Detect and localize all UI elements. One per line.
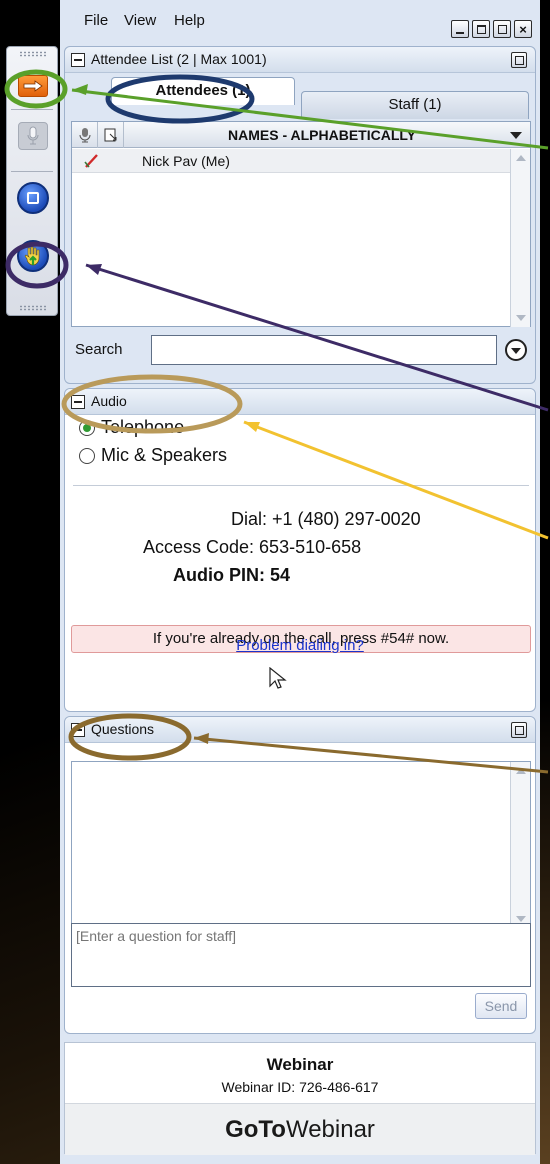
- restore-button[interactable]: [472, 20, 490, 38]
- control-panel-toolbar: [6, 46, 58, 316]
- raise-hand-button[interactable]: [15, 239, 51, 273]
- attendee-list-panel: Attendee List (2 | Max 1001) Attendees (…: [64, 46, 536, 384]
- collapse-questions-icon[interactable]: [71, 723, 85, 737]
- screen-column-icon[interactable]: [98, 122, 124, 148]
- sort-dropdown-icon[interactable]: [510, 132, 522, 139]
- telephone-label: Telephone: [101, 417, 185, 437]
- toolbar-separator: [11, 109, 53, 110]
- toolbar-separator: [11, 171, 53, 172]
- webinar-title: Webinar: [266, 1055, 334, 1074]
- scroll-up-icon[interactable]: [516, 155, 526, 161]
- screen-icon: [17, 182, 49, 214]
- scroll-down-icon[interactable]: [516, 916, 526, 922]
- mouse-cursor-icon: [269, 667, 287, 689]
- audio-panel-header: Audio: [65, 389, 535, 415]
- scroll-up-icon[interactable]: [516, 768, 526, 774]
- toolbar-grip-top[interactable]: [19, 51, 47, 57]
- webinar-id: Webinar ID: 726-486-617: [221, 1079, 379, 1095]
- popout-button[interactable]: [493, 20, 511, 38]
- audio-panel-title: Audio: [91, 393, 127, 409]
- show-hide-panel-button[interactable]: [15, 69, 51, 103]
- collapse-audio-icon[interactable]: [71, 395, 85, 409]
- menu-help[interactable]: Help: [174, 12, 205, 29]
- radio-mic-speakers[interactable]: Mic & Speakers: [79, 445, 227, 466]
- scroll-down-icon[interactable]: [516, 315, 526, 321]
- problem-dialing-link[interactable]: Problem dialing in?: [65, 637, 535, 654]
- radio-unselected-icon: [79, 447, 95, 464]
- gotowebinar-logo: GoToWebinar: [65, 1116, 535, 1144]
- restore-icon: [476, 24, 486, 34]
- mic-speakers-label: Mic & Speakers: [101, 445, 228, 465]
- webinar-footer: Webinar Webinar ID: 726-486-617 GoToWebi…: [64, 1042, 536, 1155]
- popout-attendees-icon[interactable]: [511, 52, 527, 68]
- questions-panel-header: Questions: [65, 717, 535, 743]
- mic-button[interactable]: [15, 119, 51, 153]
- tab-attendees[interactable]: Attendees (1): [111, 77, 295, 105]
- menu-view[interactable]: View: [124, 12, 156, 29]
- muted-mic-icon: [84, 154, 98, 168]
- screen-button[interactable]: [15, 181, 51, 215]
- raise-hand-icon: [17, 240, 49, 272]
- close-button[interactable]: ×: [514, 20, 532, 38]
- close-icon: ×: [519, 21, 527, 37]
- send-button[interactable]: Send: [475, 993, 527, 1019]
- minimize-icon: [456, 32, 464, 34]
- audio-pin: Audio PIN: 54: [173, 565, 291, 585]
- logo-bold: GoTo: [225, 1116, 286, 1143]
- list-item[interactable]: Nick Pav (Me): [72, 149, 510, 173]
- mic-column-icon[interactable]: [72, 122, 98, 148]
- names-sort-header[interactable]: NAMES - ALPHABETICALLY: [142, 127, 502, 143]
- radio-selected-icon: [79, 419, 95, 436]
- questions-log: [71, 761, 531, 929]
- collapse-attendees-icon[interactable]: [71, 53, 85, 67]
- popout-icon: [497, 24, 507, 34]
- search-input[interactable]: [151, 335, 497, 365]
- questions-panel-title: Questions: [91, 721, 155, 737]
- audio-panel: Audio Telephone Mic & Speakers Dial: +1 …: [64, 388, 536, 712]
- menu-bar: File View Help ×: [60, 8, 540, 38]
- logo-rest: Webinar: [285, 1116, 375, 1143]
- arrow-right-icon: [18, 75, 48, 97]
- attendee-list: NAMES - ALPHABETICALLY Nick Pav (Me): [71, 121, 531, 327]
- attendee-panel-header: Attendee List (2 | Max 1001): [65, 47, 535, 73]
- minimize-button[interactable]: [451, 20, 469, 38]
- menu-file[interactable]: File: [84, 12, 108, 29]
- questions-panel: Questions Send: [64, 716, 536, 1034]
- window-controls: ×: [451, 20, 532, 38]
- logo-band: GoToWebinar: [65, 1103, 535, 1155]
- search-label: Search: [75, 341, 123, 358]
- dial-number: Dial: +1 (480) 297-0020: [231, 509, 421, 529]
- access-code: Access Code: 653-510-658: [143, 537, 362, 557]
- popout-questions-icon[interactable]: [511, 722, 527, 738]
- search-options-icon[interactable]: [505, 339, 527, 361]
- webinar-window: File View Help × Attendee List (2 | Max …: [60, 0, 540, 1164]
- attendee-name: Nick Pav (Me): [142, 153, 230, 169]
- attendee-panel-title: Attendee List (2 | Max 1001): [91, 51, 267, 67]
- questions-log-scrollbar[interactable]: [510, 762, 530, 928]
- toolbar-grip-bottom[interactable]: [19, 305, 47, 311]
- tab-staff[interactable]: Staff (1): [301, 91, 529, 119]
- attendee-list-header: NAMES - ALPHABETICALLY: [72, 122, 530, 148]
- microphone-icon: [18, 122, 48, 150]
- question-input[interactable]: [71, 923, 531, 987]
- background-edge: [540, 0, 550, 1164]
- attendee-scrollbar[interactable]: [510, 149, 530, 327]
- radio-telephone[interactable]: Telephone: [79, 417, 184, 438]
- audio-divider: [73, 485, 529, 486]
